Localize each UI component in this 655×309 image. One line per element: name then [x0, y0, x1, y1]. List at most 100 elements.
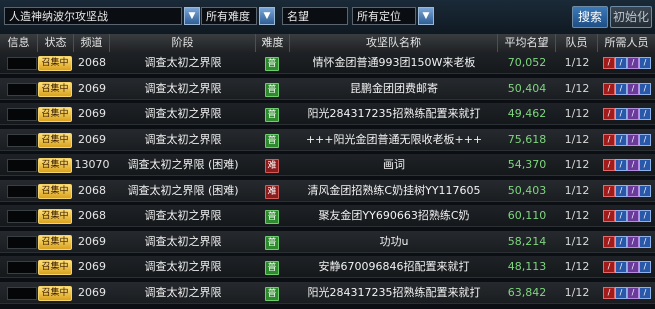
- status-badge: 召集中: [38, 285, 72, 301]
- buff-icon: /: [627, 159, 639, 171]
- members-cell: 1/12: [564, 107, 590, 120]
- table-row[interactable]: 召集中 2068 调查太初之界限 (困难) 难 清风金团招熟练C奶挂树YY117605 5…: [0, 179, 655, 202]
- avg-reputation-cell: 54,370: [507, 158, 547, 171]
- channel-cell: 2068: [78, 183, 106, 197]
- required-roles: / / / /: [603, 210, 651, 222]
- support-icon: /: [639, 235, 651, 248]
- required-roles: / / / /: [603, 286, 651, 299]
- column-header-team-name[interactable]: 攻坚队名称: [290, 34, 498, 52]
- members-cell: 1/12: [564, 234, 590, 248]
- filter-bar: 人造神纳波尔攻坚战 ▼ 所有难度 ▼ 名望 所有定位 ▼ 搜索 初始化: [0, 0, 655, 35]
- difficulty-icon: 普: [265, 286, 279, 301]
- team-name-cell: 聚友金团YY690663招熟练C奶: [318, 209, 470, 222]
- reputation-input[interactable]: 名望: [282, 7, 348, 25]
- members-cell: 1/12: [564, 81, 590, 95]
- avg-reputation-cell: 70,052: [507, 56, 547, 69]
- stage-cell: 调查太初之界限: [144, 209, 222, 222]
- info-box: [7, 159, 37, 172]
- stage-cell: 调查太初之界限: [144, 234, 222, 248]
- staff-icon: /: [615, 235, 627, 248]
- stage-cell: 调查太初之界限 (困难): [127, 158, 239, 171]
- position-select[interactable]: 所有定位: [352, 7, 416, 25]
- stage-cell: 调查太初之界限: [144, 132, 222, 146]
- team-name-cell: 情怀金团普通993团150W来老板: [312, 56, 476, 69]
- difficulty-select[interactable]: 所有难度: [201, 7, 257, 25]
- column-header-status[interactable]: 状态: [38, 34, 74, 52]
- chevron-down-icon: ▼: [422, 11, 430, 21]
- support-icon: /: [639, 184, 651, 197]
- sword-icon: /: [603, 57, 615, 69]
- sword-icon: /: [603, 210, 615, 222]
- buff-icon: /: [627, 57, 639, 69]
- staff-icon: /: [615, 133, 627, 146]
- difficulty-icon: 普: [265, 235, 279, 250]
- position-dropdown-button[interactable]: ▼: [418, 7, 434, 25]
- sword-icon: /: [603, 133, 615, 146]
- status-badge: 召集中: [38, 56, 72, 71]
- column-header-members[interactable]: 队员: [556, 34, 598, 52]
- members-cell: 1/12: [564, 285, 590, 299]
- table-row[interactable]: 召集中 2069 调查太初之界限 普 安静670096846招配置来就打 48,113 1/…: [0, 256, 655, 278]
- team-name-cell: 清风金团招熟练C奶挂树YY117605: [307, 183, 481, 197]
- required-roles: / / / /: [603, 261, 651, 273]
- difficulty-icon: 普: [265, 82, 279, 97]
- required-roles: / / / /: [603, 108, 651, 120]
- table-row[interactable]: 召集中 2069 调查太初之界限 普 +++阳光金团普通无限收老板+++ 75,618 1/…: [0, 128, 655, 151]
- staff-icon: /: [615, 261, 627, 273]
- status-badge: 召集中: [38, 183, 72, 199]
- table-row[interactable]: 召集中 2068 调查太初之界限 普 情怀金团普通993团150W来老板 70,052 1/…: [0, 52, 655, 74]
- difficulty-icon: 普: [265, 210, 279, 224]
- team-name-cell: 昆鹏金团团费邮寄: [350, 81, 438, 95]
- info-box: [7, 82, 37, 96]
- table-row[interactable]: 召集中 2069 调查太初之界限 普 阳光284317235招熟练配置来就打 63,842…: [0, 281, 655, 304]
- channel-cell: 2069: [78, 234, 106, 248]
- stage-cell: 调查太初之界限: [144, 285, 222, 299]
- chevron-down-icon: ▼: [263, 11, 271, 21]
- difficulty-icon: 普: [265, 108, 279, 122]
- members-cell: 1/12: [564, 158, 590, 171]
- difficulty-dropdown-button[interactable]: ▼: [259, 7, 275, 25]
- team-name-cell: +++阳光金团普通无限收老板+++: [305, 132, 483, 146]
- status-badge: 召集中: [38, 132, 72, 148]
- required-roles: / / / /: [603, 133, 651, 146]
- difficulty-icon: 难: [265, 159, 279, 173]
- column-header-required[interactable]: 所需人员: [598, 34, 655, 52]
- table-row[interactable]: 召集中 2068 调查太初之界限 普 聚友金团YY690663招熟练C奶 60,110 1/…: [0, 205, 655, 227]
- table-row[interactable]: 召集中 13070 调查太初之界限 (困难) 难画词 54,370 1/12// / /: [0, 154, 655, 176]
- dungeon-select[interactable]: 人造神纳波尔攻坚战: [4, 7, 182, 25]
- avg-reputation-cell: 50,403: [507, 183, 547, 197]
- members-cell: 1/12: [564, 260, 590, 273]
- staff-icon: /: [615, 82, 627, 95]
- dungeon-dropdown-button[interactable]: ▼: [184, 7, 200, 25]
- staff-icon: /: [615, 108, 627, 120]
- avg-reputation-cell: 50,404: [507, 81, 547, 95]
- column-header-avg-reputation[interactable]: 平均名望: [498, 34, 556, 52]
- column-header-channel[interactable]: 频道: [74, 34, 110, 52]
- team-name-cell: 功功u: [379, 234, 409, 248]
- status-badge: 召集中: [38, 81, 72, 97]
- avg-reputation-cell: 49,462: [507, 107, 547, 120]
- team-name-cell: 安静670096846招配置来就打: [318, 260, 470, 273]
- info-box: [7, 184, 37, 198]
- table-header: 信息 状态 频道 阶段 难度 攻坚队名称 平均名望 队员 所需人员: [0, 34, 655, 53]
- buff-icon: /: [627, 210, 639, 222]
- column-header-difficulty[interactable]: 难度: [256, 34, 290, 52]
- search-button[interactable]: 搜索: [572, 6, 608, 28]
- info-box: [7, 286, 37, 300]
- members-cell: 1/12: [564, 209, 590, 222]
- info-box: [7, 133, 37, 147]
- required-roles: / / / /: [603, 235, 651, 248]
- column-header-stage[interactable]: 阶段: [110, 34, 256, 52]
- stage-cell: 调查太初之界限 (困难): [127, 183, 239, 197]
- members-cell: 1/12: [564, 183, 590, 197]
- reset-button[interactable]: 初始化: [610, 6, 652, 28]
- sword-icon: /: [603, 108, 615, 120]
- buff-icon: /: [627, 286, 639, 299]
- sword-icon: /: [603, 235, 615, 248]
- table-row[interactable]: 召集中 2069 调查太初之界限普昆鹏金团团费邮寄 50,404 1/12// / /: [0, 77, 655, 100]
- buff-icon: /: [627, 261, 639, 273]
- info-box: [7, 57, 37, 70]
- table-row[interactable]: 召集中 2069 调查太初之界限普功功u 58,214 1/12// / /: [0, 230, 655, 253]
- column-header-info[interactable]: 信息: [0, 34, 38, 52]
- table-row[interactable]: 召集中 2069 调查太初之界限 普 阳光284317235招熟练配置来就打 49,462…: [0, 103, 655, 125]
